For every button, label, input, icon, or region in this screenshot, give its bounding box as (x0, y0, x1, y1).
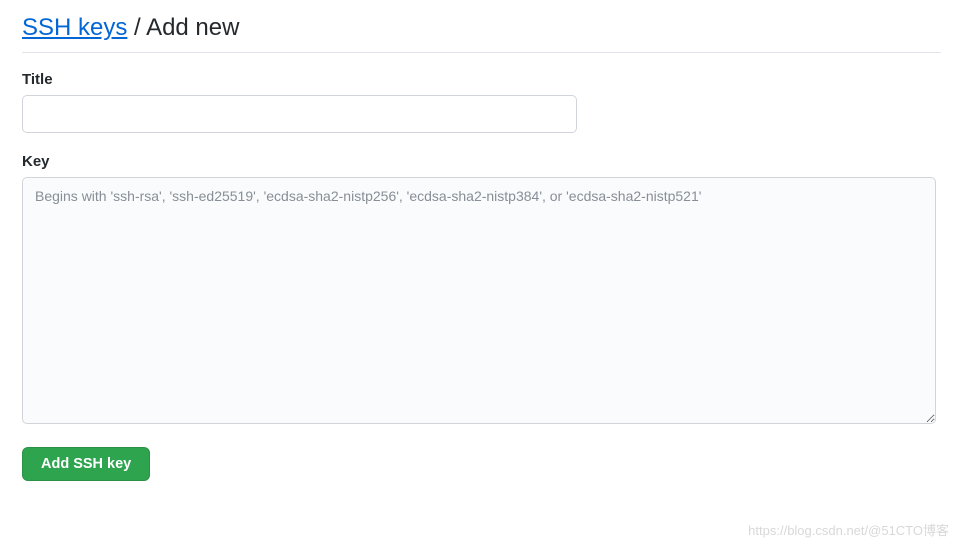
breadcrumb-separator: / (127, 14, 146, 41)
add-ssh-key-button[interactable]: Add SSH key (22, 447, 150, 481)
page-heading: SSH keys / Add new (22, 14, 941, 53)
title-input[interactable] (22, 95, 577, 133)
key-textarea[interactable] (22, 177, 936, 424)
key-label: Key (22, 153, 941, 170)
watermark-text: https://blog.csdn.net/@51CTO博客 (748, 520, 949, 539)
breadcrumb-current: Add new (146, 14, 239, 41)
title-label: Title (22, 71, 941, 88)
ssh-keys-link[interactable]: SSH keys (22, 14, 127, 41)
